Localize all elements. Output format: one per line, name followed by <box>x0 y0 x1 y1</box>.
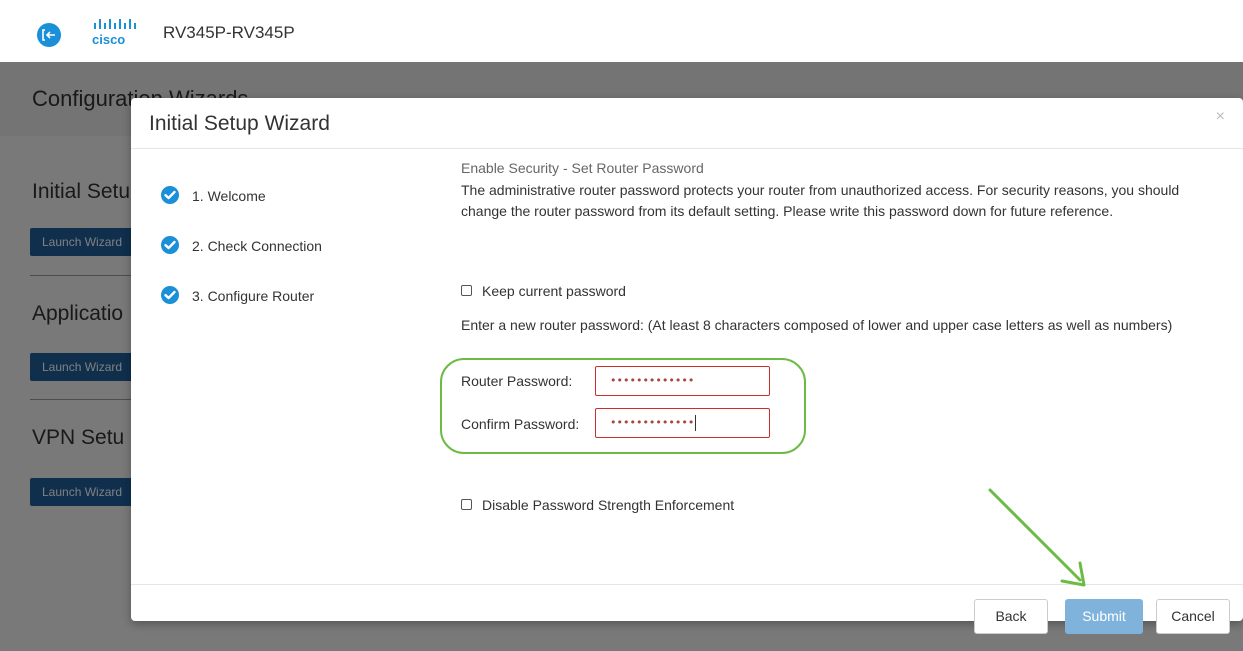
device-name: RV345P-RV345P <box>163 23 295 42</box>
logo-text: cisco <box>92 32 125 47</box>
password-instruction: Enter a new router password: (At least 8… <box>461 317 1173 333</box>
keep-password-label: Keep current password <box>482 283 626 299</box>
back-button[interactable]: Back <box>974 599 1048 634</box>
keep-password-row: Keep current password <box>461 283 626 299</box>
check-circle-icon <box>161 286 179 304</box>
check-circle-icon <box>161 236 179 254</box>
check-circle-icon <box>161 186 179 204</box>
setup-wizard-modal: Initial Setup Wizard × 1. Welcome 2. Che… <box>131 98 1243 634</box>
disable-strength-label: Disable Password Strength Enforcement <box>482 497 735 513</box>
close-icon[interactable]: × <box>1216 108 1225 126</box>
step-label: 1. Welcome <box>192 188 266 204</box>
confirm-password-input[interactable]: ••••••••••••• <box>595 408 770 438</box>
modal-footer-divider <box>131 584 1243 585</box>
keep-password-checkbox[interactable] <box>461 285 472 296</box>
modal-title: Initial Setup Wizard <box>149 112 330 135</box>
step-label: 2. Check Connection <box>192 238 322 254</box>
section-heading: Enable Security - Set Router Password <box>461 160 704 176</box>
section-description: The administrative router password prote… <box>461 182 1180 219</box>
text-caret <box>695 415 697 431</box>
confirm-password-label: Confirm Password: <box>461 416 580 432</box>
router-password-label: Router Password: <box>461 373 573 389</box>
top-bar: cisco RV345P-RV345P <box>0 0 1243 62</box>
cisco-logo: cisco <box>92 19 136 47</box>
disable-strength-checkbox[interactable] <box>461 499 472 510</box>
router-password-value: ••••••••••••• <box>610 374 695 387</box>
modal-header: Initial Setup Wizard × <box>131 98 1243 149</box>
disable-strength-row: Disable Password Strength Enforcement <box>461 497 734 513</box>
exit-icon[interactable] <box>37 23 61 47</box>
submit-button[interactable]: Submit <box>1065 599 1143 634</box>
router-password-input[interactable]: ••••••••••••• <box>595 366 770 396</box>
step-label: 3. Configure Router <box>192 288 315 304</box>
cancel-button[interactable]: Cancel <box>1156 599 1230 634</box>
confirm-password-value: ••••••••••••• <box>610 416 695 429</box>
